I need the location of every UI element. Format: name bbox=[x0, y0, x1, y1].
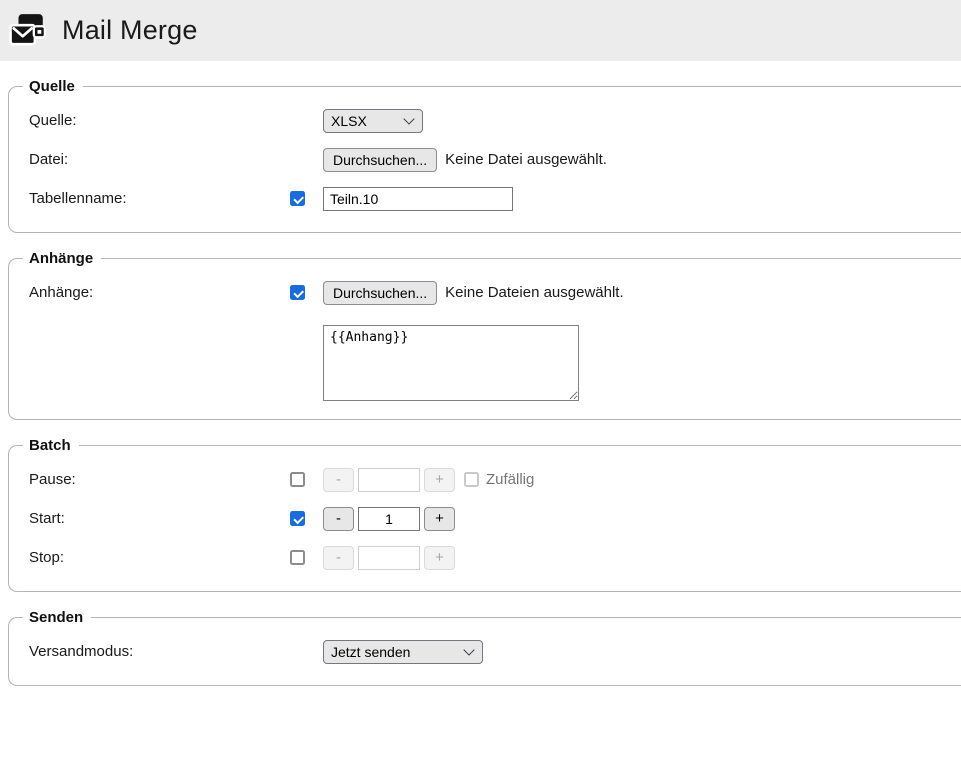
anhaenge-browse-button[interactable]: Durchsuchen... bbox=[323, 280, 438, 305]
stop-value-input[interactable] bbox=[358, 545, 420, 570]
stop-stepper: - + bbox=[323, 545, 455, 570]
start-row: Start: - + bbox=[29, 499, 961, 538]
page-title: Mail Merge bbox=[62, 15, 198, 45]
datei-label: Datei: bbox=[29, 151, 69, 168]
stop-minus-button[interactable]: - bbox=[323, 545, 354, 570]
versandmodus-label: Versandmodus: bbox=[29, 643, 134, 660]
anhaenge-status: Keine Dateien ausgewählt. bbox=[445, 284, 624, 301]
anhaenge-template-textarea[interactable]: {{Anhang}} bbox=[323, 325, 579, 401]
stop-row: Stop: - + bbox=[29, 538, 961, 577]
anhaenge-checkbox[interactable] bbox=[290, 285, 305, 300]
versandmodus-row: Versandmodus: Jetzt senden bbox=[29, 632, 961, 671]
datei-row: Datei: Durchsuchen... Keine Datei ausgew… bbox=[29, 140, 961, 179]
pause-stepper: - + bbox=[323, 467, 455, 492]
stop-checkbox[interactable] bbox=[290, 550, 305, 565]
anhaenge-label: Anhänge: bbox=[29, 284, 94, 301]
start-label: Start: bbox=[29, 510, 65, 527]
section-senden-legend: Senden bbox=[29, 609, 84, 626]
quelle-label: Quelle: bbox=[29, 112, 77, 129]
tabellenname-row: Tabellenname: bbox=[29, 179, 961, 218]
anhaenge-template-area: {{Anhang}} bbox=[323, 325, 961, 405]
header: Mail Merge bbox=[0, 0, 961, 61]
stop-label: Stop: bbox=[29, 549, 65, 566]
section-batch: Batch Pause: - + Zufällig Start: - 1 + S… bbox=[8, 437, 961, 592]
section-anhaenge: Anhänge Anhänge: Durchsuchen... Keine Da… bbox=[8, 250, 961, 420]
anhaenge-row: Anhänge: Durchsuchen... Keine Dateien au… bbox=[29, 273, 961, 312]
start-value-input[interactable] bbox=[358, 506, 420, 531]
chevron-down-icon bbox=[463, 643, 475, 656]
versandmodus-select-value: Jetzt senden bbox=[331, 643, 411, 660]
start-minus-button[interactable]: - bbox=[323, 506, 354, 531]
quelle-select[interactable]: XLSX bbox=[323, 108, 423, 133]
section-quelle: Quelle Quelle: XLSX Datei: Durchsuchen..… bbox=[8, 78, 961, 233]
datei-browse-button[interactable]: Durchsuchen... bbox=[323, 147, 438, 172]
quelle-row: Quelle: XLSX bbox=[29, 101, 961, 140]
tabellenname-checkbox[interactable] bbox=[290, 191, 305, 206]
section-anhaenge-legend: Anhänge bbox=[29, 250, 94, 267]
versandmodus-select[interactable]: Jetzt senden bbox=[323, 639, 483, 664]
start-checkbox[interactable] bbox=[290, 511, 305, 526]
start-plus-button[interactable]: + bbox=[424, 506, 455, 531]
pause-label: Pause: bbox=[29, 471, 76, 488]
section-quelle-legend: Quelle bbox=[29, 78, 75, 95]
zufaellig-checkbox[interactable] bbox=[464, 472, 479, 487]
pause-plus-button[interactable]: + bbox=[424, 467, 455, 492]
section-senden: Senden Versandmodus: Jetzt senden bbox=[8, 609, 961, 686]
zufaellig-label: Zufällig bbox=[486, 471, 535, 488]
tabellenname-label: Tabellenname: bbox=[29, 190, 127, 207]
pause-checkbox[interactable] bbox=[290, 472, 305, 487]
stop-plus-button[interactable]: + bbox=[424, 545, 455, 570]
pause-row: Pause: - + Zufällig bbox=[29, 460, 961, 499]
datei-status: Keine Datei ausgewählt. bbox=[445, 151, 607, 168]
zufaellig-group: Zufällig bbox=[464, 471, 534, 488]
chevron-down-icon bbox=[403, 112, 415, 125]
start-stepper: - + bbox=[323, 506, 455, 531]
mail-merge-icon bbox=[9, 13, 47, 45]
section-batch-legend: Batch bbox=[29, 437, 71, 454]
tabellenname-input[interactable] bbox=[323, 186, 513, 211]
pause-value-input[interactable] bbox=[358, 467, 420, 492]
pause-minus-button[interactable]: - bbox=[323, 467, 354, 492]
quelle-select-value: XLSX bbox=[331, 112, 367, 129]
